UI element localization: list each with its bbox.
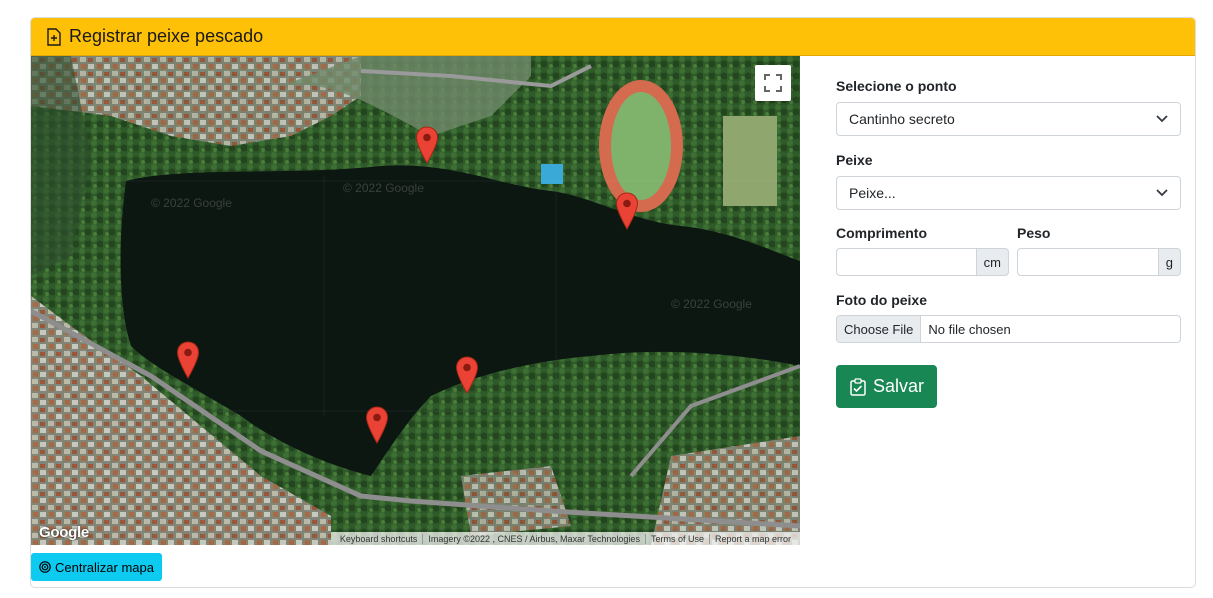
satellite-map[interactable]: © 2022 Google © 2022 Google © 2022 Googl… [31,56,800,545]
map-marker-pin-icon[interactable] [415,126,439,164]
foto-label: Foto do peixe [836,292,927,308]
card-header: Registrar peixe pescado [31,18,1195,56]
report-map-error-link[interactable]: Report a map error [708,533,796,544]
file-plus-icon [47,27,61,46]
peixe-label: Peixe [836,152,873,168]
choose-file-button[interactable]: Choose File [837,316,922,342]
comprimento-unit: cm [975,248,1009,276]
peixe-select[interactable]: Peixe... [836,176,1181,210]
chevron-down-icon [1156,189,1168,197]
comprimento-label: Comprimento [836,225,927,241]
chevron-down-icon [1156,115,1168,123]
peso-group: g [1017,248,1181,276]
map-attribution-bar: Keyboard shortcuts Imagery ©2022 , CNES … [330,532,800,545]
ponto-select[interactable]: Cantinho secreto [836,102,1181,136]
comprimento-input[interactable] [836,248,976,276]
fullscreen-icon [764,74,782,92]
ponto-selected-value: Cantinho secreto [849,111,955,127]
center-map-label: Centralizar mapa [55,559,154,575]
peso-unit: g [1157,248,1181,276]
imagery-credit: Imagery ©2022 , CNES / Airbus, Maxar Tec… [422,533,645,544]
target-icon [39,561,51,573]
map-marker-pin-icon[interactable] [365,406,389,444]
foto-file-input[interactable]: Choose File No file chosen [836,315,1181,343]
center-map-button[interactable]: Centralizar mapa [31,553,162,581]
ponto-label: Selecione o ponto [836,78,957,94]
peso-input[interactable] [1017,248,1158,276]
terms-of-use-link[interactable]: Terms of Use [644,533,709,544]
map-watermark: © 2022 Google [343,181,424,195]
map-marker-pin-icon[interactable] [176,341,200,379]
save-button[interactable]: Salvar [836,365,937,408]
keyboard-shortcuts-link[interactable]: Keyboard shortcuts [335,534,423,544]
save-button-label: Salvar [872,376,925,396]
comprimento-group: cm [836,248,1009,276]
register-fish-card: Registrar peixe pescado © 2022 Google © … [30,17,1196,588]
clipboard-check-icon [850,377,866,396]
map-marker-pin-icon[interactable] [455,356,479,394]
map-marker-pin-icon[interactable] [615,192,639,230]
card-title: Registrar peixe pescado [69,26,264,46]
fullscreen-button[interactable] [755,65,791,101]
peixe-selected-value: Peixe... [849,185,896,201]
file-status: No file chosen [928,321,1011,337]
google-logo: Google [39,524,89,541]
peso-label: Peso [1017,225,1051,241]
map-watermark: © 2022 Google [151,196,232,210]
map-watermark: © 2022 Google [671,297,752,311]
